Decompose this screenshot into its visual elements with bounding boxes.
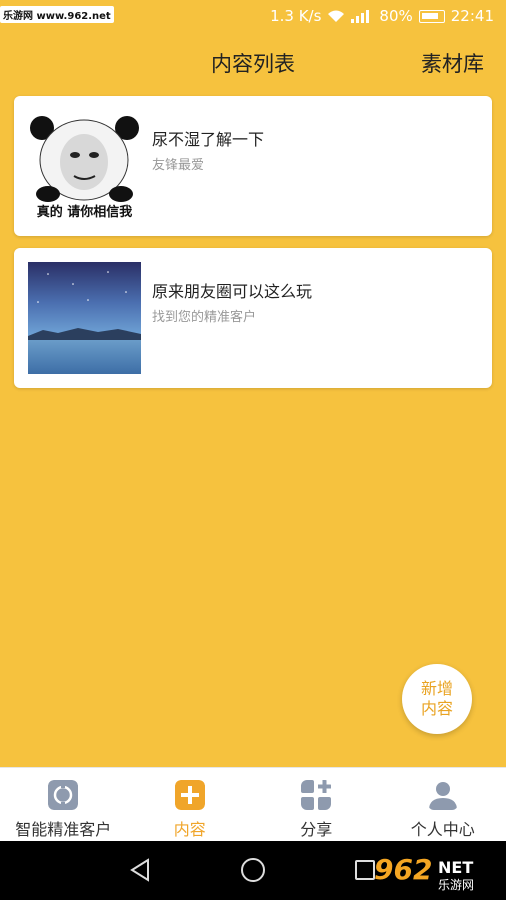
bottom-tab-bar: 智能精准客户 内容 分享 个人中心 [0,767,506,841]
card-title: 尿不湿了解一下 [152,130,265,149]
card-subtitle: 找到您的精准客户 [152,310,257,325]
logo-site: 乐游网 [438,878,474,892]
battery-icon [418,9,445,23]
landscape-image [28,262,141,374]
add-content-label-line1: 新增 [420,679,453,698]
add-content-label-line2: 内容 [420,699,453,718]
header: 内容列表 素材库 [0,40,506,86]
battery-percent: 80% [379,7,413,25]
back-icon[interactable] [128,857,152,883]
content-card[interactable]: 真的 请你相信我 尿不湿了解一下 友锋最爱 [14,96,492,236]
tab-label: 智能精准客户 [15,820,112,839]
logo-number: 962 [374,853,432,886]
meme-caption: 真的 请你相信我 [36,205,133,220]
person-icon [428,782,457,810]
watermark: 乐游网 www.962.net [0,6,114,23]
tab-profile[interactable]: 个人中心 [380,768,506,841]
grid-plus-icon [301,780,332,810]
card-title: 原来朋友圈可以这么玩 [152,282,313,301]
content-card[interactable]: 原来朋友圈可以这么玩 找到您的精准客户 [14,248,492,388]
system-navigation-bar: 962 NET 乐游网 [0,841,506,900]
status-bar: 乐游网 www.962.net 1.3 K/s 80% 22:41 [0,0,506,34]
tab-share[interactable]: 分享 [253,768,380,841]
logo-suffix: NET [438,858,473,877]
tab-label: 个人中心 [410,820,475,839]
watermark-logo: 962 NET 乐游网 [370,851,500,893]
tab-label: 内容 [173,820,206,839]
panda-meme-image [30,116,139,202]
network-speed: 1.3 K/s [270,7,322,25]
home-icon[interactable] [241,858,265,882]
signal-icon [351,10,370,23]
add-content-button[interactable]: 新增 内容 [402,664,472,734]
target-icon [48,780,79,810]
meme-thumbnail: 真的 请你相信我 [28,110,141,222]
material-library-button[interactable]: 素材库 [421,48,484,78]
tab-smart-customers[interactable]: 智能精准客户 [0,768,127,841]
tab-content[interactable]: 内容 [127,768,254,841]
clock: 22:41 [450,7,494,25]
starry-lake-thumbnail [28,262,141,374]
wifi-icon [328,10,345,22]
card-subtitle: 友锋最爱 [152,158,205,173]
plus-icon [174,780,205,810]
tab-label: 分享 [300,820,333,839]
